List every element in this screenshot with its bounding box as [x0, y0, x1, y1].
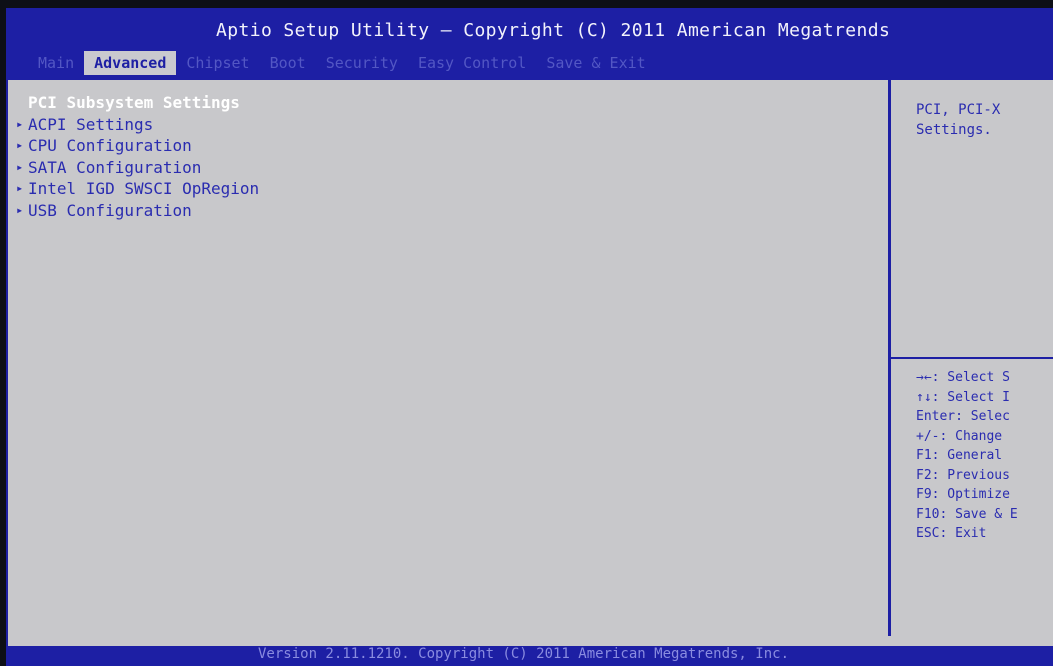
- menu-item-label: SATA Configuration: [28, 157, 202, 177]
- key-hint: ESC: Exit: [916, 526, 987, 541]
- menu-item-label: USB Configuration: [28, 200, 192, 220]
- menu-item-cpu[interactable]: ▸ CPU Configuration: [16, 135, 259, 157]
- submenu-arrow-icon: ▸: [16, 202, 24, 217]
- tab-main[interactable]: Main: [28, 51, 84, 75]
- key-hint: F1: General: [916, 448, 1003, 463]
- menu-item-label: PCI Subsystem Settings: [28, 93, 240, 112]
- tab-save-exit[interactable]: Save & Exit: [536, 51, 655, 75]
- menu-item-pci-subsystem[interactable]: PCI Subsystem Settings: [24, 92, 259, 114]
- help-separator: [891, 357, 1053, 359]
- submenu-arrow-icon: ▸: [16, 116, 24, 131]
- tab-security[interactable]: Security: [316, 51, 408, 75]
- menu-item-sata[interactable]: ▸ SATA Configuration: [16, 157, 259, 179]
- version-footer: Version 2.11.1210. Copyright (C) 2011 Am…: [258, 646, 790, 662]
- key-hint: F9: Optimize: [916, 487, 1010, 502]
- key-hint: F2: Previous: [916, 467, 1010, 483]
- tab-boot[interactable]: Boot: [260, 51, 316, 75]
- tab-easy-control[interactable]: Easy Control: [408, 51, 536, 75]
- submenu-arrow-icon: ▸: [16, 138, 24, 152]
- tab-chipset[interactable]: Chipset: [176, 51, 259, 75]
- bios-title: Aptio Setup Utility – Copyright (C) 2011…: [216, 20, 891, 41]
- key-hint: +/-: Change: [916, 428, 1003, 444]
- key-hint: Enter: Selec: [916, 409, 1010, 424]
- submenu-arrow-icon: ▸: [16, 181, 24, 195]
- menu-item-acpi[interactable]: ▸ ACPI Settings: [16, 114, 259, 136]
- help-line: Settings.: [916, 122, 992, 138]
- menu-item-label: CPU Configuration: [28, 136, 192, 155]
- menu-item-usb[interactable]: ▸ USB Configuration: [16, 200, 259, 222]
- key-legend: →←: Select S ↑↓: Select I Enter: Selec +…: [916, 368, 1053, 544]
- help-line: PCI, PCI-X: [916, 102, 1001, 118]
- key-hint: ↑↓: Select I: [916, 389, 1010, 405]
- advanced-menu: PCI Subsystem Settings ▸ ACPI Settings ▸…: [16, 92, 260, 222]
- menu-item-label: ACPI Settings: [28, 114, 154, 134]
- main-panel: PCI Subsystem Settings ▸ ACPI Settings ▸…: [8, 78, 1053, 646]
- key-hint: →←: Select S: [916, 370, 1010, 385]
- tab-bar: Main Advanced Chipset Boot Security Easy…: [28, 51, 656, 75]
- menu-item-intel-igd[interactable]: ▸ Intel IGD SWSCI OpRegion: [16, 178, 260, 200]
- submenu-arrow-icon: ▸: [16, 159, 24, 174]
- help-text: PCI, PCI-X Settings.: [916, 100, 1000, 140]
- bios-screen: Aptio Setup Utility – Copyright (C) 2011…: [6, 8, 1053, 666]
- key-hint: F10: Save & E: [916, 506, 1018, 522]
- menu-item-label: Intel IGD SWSCI OpRegion: [28, 179, 260, 198]
- tab-advanced[interactable]: Advanced: [84, 51, 177, 75]
